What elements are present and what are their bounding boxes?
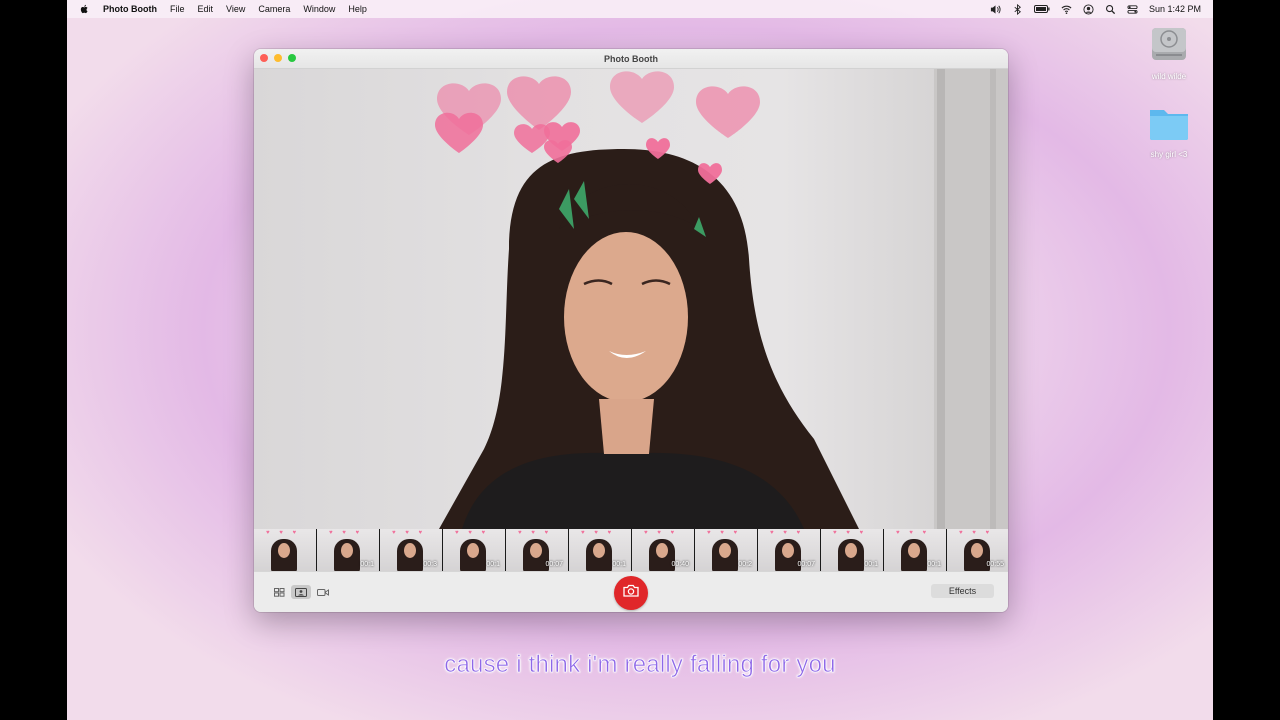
filmstrip-thumbnail[interactable]: ♥ ♥ ♥ 00:55	[947, 529, 1008, 571]
effects-button[interactable]: Effects	[931, 584, 994, 598]
thumbnail-duration: 00:1	[927, 561, 941, 568]
zoom-button[interactable]	[288, 54, 296, 62]
hearts-overlay: ♥ ♥ ♥	[329, 530, 364, 536]
volume-icon[interactable]	[990, 4, 1001, 15]
user-icon[interactable]	[1083, 3, 1094, 15]
filmstrip-thumbnail[interactable]: ♥ ♥ ♥ 00:1	[569, 529, 631, 571]
filmstrip: ♥ ♥ ♥ ♥ ♥ ♥ 00:1 ♥ ♥ ♥ 00:3 ♥ ♥ ♥ 00:1 ♥ ♥ ♥ 00:…	[254, 529, 1008, 571]
filmstrip-thumbnail[interactable]: ♥ ♥ ♥ 00:07	[758, 529, 820, 571]
hearts-overlay: ♥ ♥ ♥	[896, 530, 931, 536]
thumbnail-face	[404, 543, 416, 558]
hearts-overlay: ♥ ♥ ♥	[266, 530, 301, 536]
filmstrip-thumbnail[interactable]: ♥ ♥ ♥ 00:07	[506, 529, 568, 571]
search-icon[interactable]	[1105, 4, 1116, 15]
window-toolbar: Effects	[254, 571, 1008, 612]
hearts-overlay: ♥ ♥ ♥	[518, 530, 553, 536]
desktop-icon-folder[interactable]: shy girl <3	[1134, 104, 1204, 159]
single-photo-icon[interactable]	[291, 585, 311, 599]
control-center-icon[interactable]	[1127, 4, 1138, 15]
battery-icon[interactable]	[1033, 4, 1050, 15]
thumbnail-face	[341, 543, 353, 558]
folder-icon	[1148, 110, 1190, 146]
thumbnail-duration: 00:1	[486, 561, 500, 568]
desktop-screen: Photo Booth File Edit View Camera Window…	[67, 0, 1213, 720]
filmstrip-thumbnail[interactable]: ♥ ♥ ♥ 00:1	[317, 529, 379, 571]
camera-icon	[623, 584, 639, 602]
menu-view[interactable]: View	[226, 4, 245, 14]
hearts-overlay: ♥ ♥ ♥	[959, 530, 994, 536]
camera-preview	[254, 69, 1008, 529]
take-photo-button[interactable]	[614, 576, 648, 610]
thumbnail-duration: 00:1	[612, 561, 626, 568]
window-title: Photo Booth	[604, 53, 658, 64]
thumbnail-duration: 00:07	[797, 561, 815, 568]
hearts-overlay: ♥ ♥ ♥	[707, 530, 742, 536]
hearts-overlay: ♥ ♥ ♥	[455, 530, 490, 536]
thumbnail-duration: 00:2	[738, 561, 752, 568]
hearts-overlay: ♥ ♥ ♥	[833, 530, 868, 536]
thumbnail-face	[908, 543, 920, 558]
thumbnail-face	[656, 543, 668, 558]
close-button[interactable]	[260, 54, 268, 62]
thumbnail-duration: 00:1	[360, 561, 374, 568]
thumbnail-face	[530, 543, 542, 558]
bluetooth-icon[interactable]	[1012, 3, 1023, 15]
thumbnail-face	[971, 543, 983, 558]
filmstrip-thumbnail[interactable]: ♥ ♥ ♥ 00:3	[380, 529, 442, 571]
menu-app-name[interactable]: Photo Booth	[103, 4, 157, 14]
menu-help[interactable]: Help	[348, 4, 367, 14]
menu-bar: Photo Booth File Edit View Camera Window…	[67, 0, 1213, 18]
desktop-icon-disk[interactable]: wild wilde	[1134, 24, 1204, 81]
grid-view-icon[interactable]	[269, 585, 289, 599]
filmstrip-thumbnail[interactable]: ♥ ♥ ♥ 00:40	[632, 529, 694, 571]
hearts-overlay: ♥ ♥ ♥	[392, 530, 427, 536]
minimize-button[interactable]	[274, 54, 282, 62]
wifi-icon[interactable]	[1061, 4, 1072, 15]
hearts-overlay: ♥ ♥ ♥	[770, 530, 805, 536]
thumbnail-duration: 00:07	[545, 561, 563, 568]
thumbnail-face	[845, 543, 857, 558]
window-titlebar[interactable]: Photo Booth	[254, 49, 1008, 69]
filmstrip-thumbnail[interactable]: ♥ ♥ ♥ 00:1	[821, 529, 883, 571]
thumbnail-duration: 00:40	[671, 561, 689, 568]
thumbnail-face	[782, 543, 794, 558]
photo-booth-window: Photo Booth ♥ ♥ ♥ ♥ ♥ ♥ 00:1 ♥ ♥ ♥ 00:3 …	[254, 49, 1008, 612]
menu-edit[interactable]: Edit	[198, 4, 214, 14]
menu-clock[interactable]: Sun 1:42 PM	[1149, 4, 1201, 14]
filmstrip-thumbnail[interactable]: ♥ ♥ ♥ 00:1	[884, 529, 946, 571]
menu-camera[interactable]: Camera	[258, 4, 290, 14]
filmstrip-thumbnail[interactable]: ♥ ♥ ♥ 00:1	[443, 529, 505, 571]
menu-window[interactable]: Window	[303, 4, 335, 14]
filmstrip-thumbnail[interactable]: ♥ ♥ ♥ 00:2	[695, 529, 757, 571]
desktop-icon-label: shy girl <3	[1150, 150, 1188, 159]
hearts-overlay: ♥ ♥ ♥	[581, 530, 616, 536]
filmstrip-thumbnail[interactable]: ♥ ♥ ♥	[254, 529, 316, 571]
thumbnail-face	[719, 543, 731, 558]
thumbnail-face	[593, 543, 605, 558]
thumbnail-duration: 00:55	[986, 561, 1004, 568]
video-subtitle: cause i think i'm really falling for you	[444, 651, 836, 679]
thumbnail-duration: 00:3	[423, 561, 437, 568]
hearts-overlay: ♥ ♥ ♥	[644, 530, 679, 536]
menu-file[interactable]: File	[170, 4, 185, 14]
desktop-icon-label: wild wilde	[1151, 72, 1187, 81]
thumbnail-face	[278, 543, 290, 558]
disk-icon	[1149, 28, 1189, 68]
thumbnail-face	[467, 543, 479, 558]
video-icon[interactable]	[313, 585, 333, 599]
thumbnail-duration: 00:1	[864, 561, 878, 568]
apple-icon[interactable]	[79, 4, 90, 15]
